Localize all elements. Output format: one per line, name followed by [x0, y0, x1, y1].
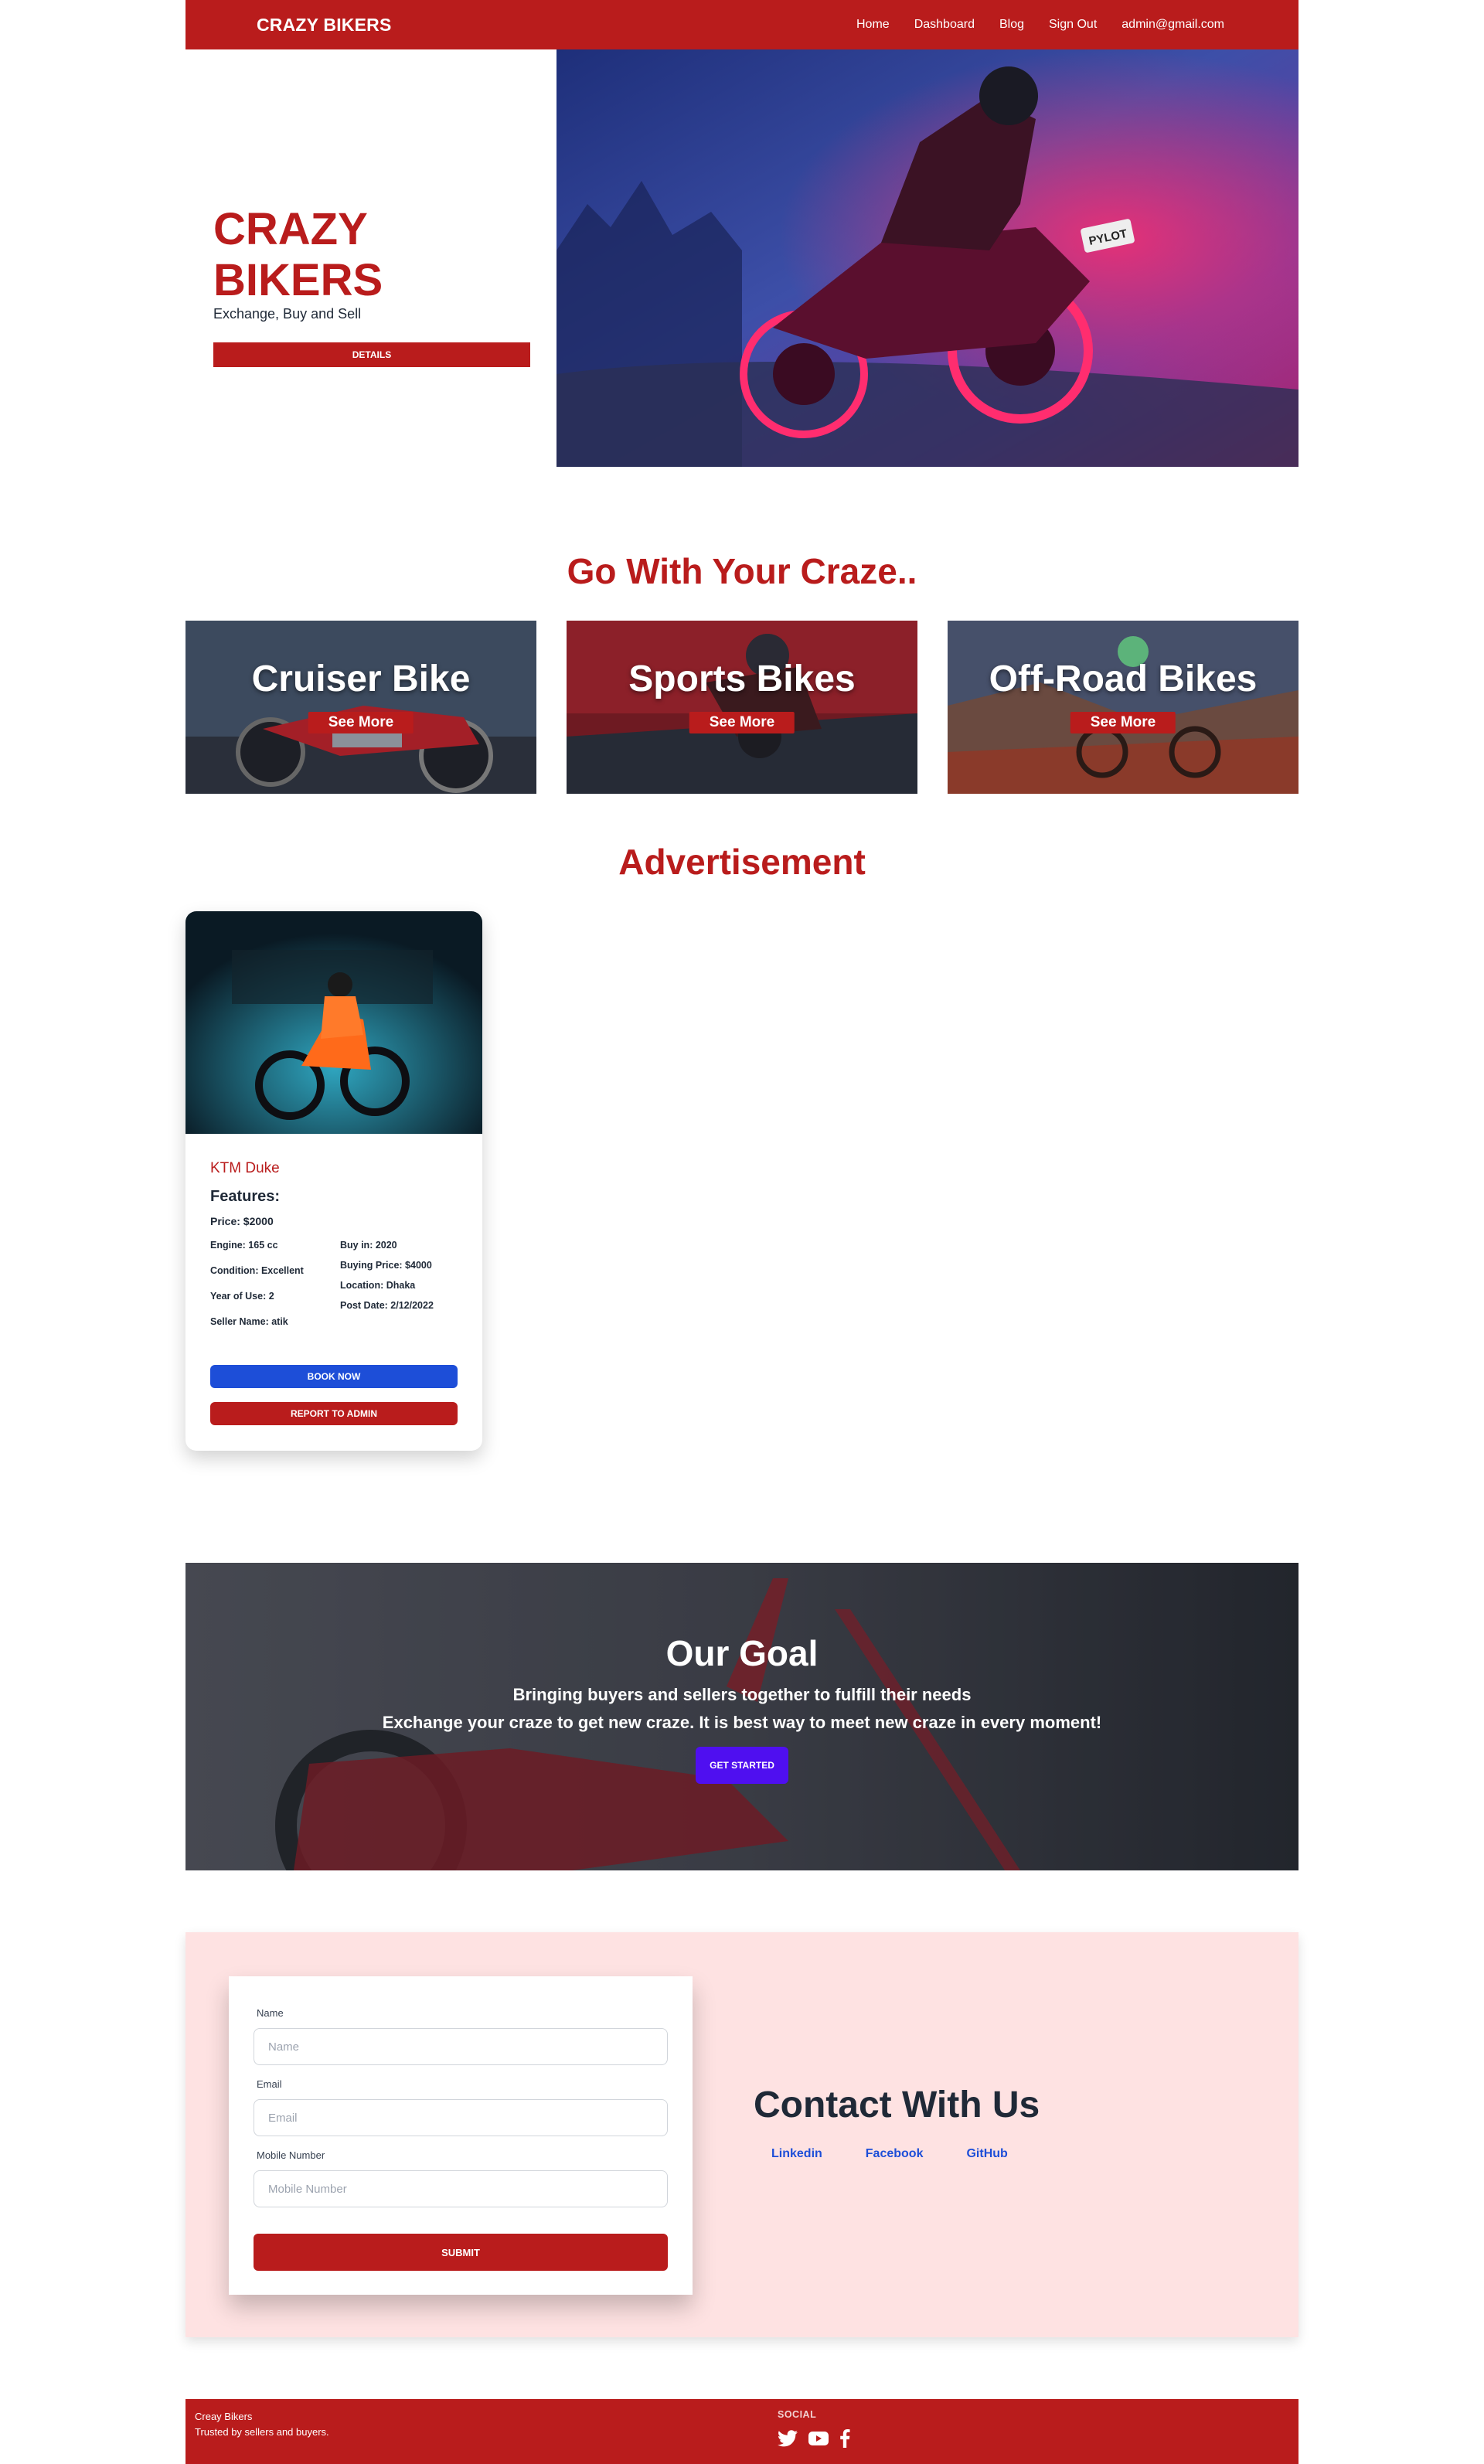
details-button[interactable]: DETAILS [213, 342, 530, 367]
facebook-icon[interactable] [839, 2429, 850, 2452]
brand-logo[interactable]: CRAZY BIKERS [257, 15, 392, 36]
ad-features-label: Features: [210, 1188, 281, 1205]
categories-title: Go With Your Craze.. [567, 551, 917, 591]
offroad-see-more-button[interactable]: See More [1070, 712, 1176, 733]
email-input[interactable]: Email [254, 2099, 668, 2136]
category-offroad-title: Off-Road Bikes [989, 659, 1258, 699]
category-sports-title: Sports Bikes [628, 659, 856, 699]
nav-links: Home Dashboard Blog Sign Out admin@gmail… [856, 18, 1224, 32]
goal-content: Our Goal Bringing buyers and sellers tog… [186, 1632, 1298, 1784]
navbar: CRAZY BIKERS Home Dashboard Blog Sign Ou… [186, 0, 1298, 49]
spec-post-date: Post Date: 2/12/2022 [340, 1300, 434, 1311]
footer-social-icons [778, 2429, 850, 2452]
spec-buying-price: Buying Price: $4000 [340, 1260, 432, 1271]
cruiser-see-more-button[interactable]: See More [308, 712, 414, 733]
youtube-icon[interactable] [808, 2431, 829, 2450]
ad-card: KTM Duke Features: Price: $2000 Engine: … [186, 911, 482, 1451]
ad-bike-image [186, 911, 482, 1134]
nav-home-link[interactable]: Home [856, 18, 890, 32]
footer-social: SOCIAL [778, 2409, 850, 2452]
spec-engine: Engine: 165 cc [210, 1240, 278, 1251]
spec-seller-name: Seller Name: atik [210, 1316, 288, 1327]
ad-price: Price: $2000 [210, 1215, 274, 1227]
email-label: Email [257, 2078, 282, 2090]
ad-specs-left: Engine: 165 cc Condition: Excellent Year… [210, 1240, 340, 1342]
footer: Creay Bikers Trusted by sellers and buye… [186, 2399, 1298, 2464]
hero-section: CRAZY BIKERS Exchange, Buy and Sell DETA… [186, 49, 1298, 467]
nav-signout-link[interactable]: Sign Out [1049, 18, 1097, 32]
footer-social-title: SOCIAL [778, 2409, 817, 2420]
submit-button[interactable]: SUBMIT [254, 2234, 668, 2271]
mobile-input[interactable]: Mobile Number [254, 2170, 668, 2207]
book-now-button[interactable]: BOOK NOW [210, 1365, 458, 1388]
hero-subtitle: Exchange, Buy and Sell [213, 306, 362, 322]
contact-links: Linkedin Facebook GitHub [771, 2147, 1008, 2161]
hero-title: CRAZY BIKERS [213, 204, 383, 305]
nav-blog-link[interactable]: Blog [999, 18, 1024, 32]
twitter-icon[interactable] [778, 2430, 798, 2451]
goal-description: Exchange your craze to get new craze. It… [382, 1713, 1102, 1732]
report-to-admin-button[interactable]: REPORT TO ADMIN [210, 1402, 458, 1425]
spec-location: Location: Dhaka [340, 1280, 416, 1291]
name-input[interactable]: Name [254, 2028, 668, 2065]
footer-tagline: Trusted by sellers and buyers. [195, 2426, 329, 2438]
nav-dashboard-link[interactable]: Dashboard [914, 18, 975, 32]
linkedin-link[interactable]: Linkedin [771, 2147, 822, 2161]
sports-see-more-button[interactable]: See More [689, 712, 795, 733]
footer-company-name: Creay Bikers [195, 2411, 253, 2422]
ad-bike-name: KTM Duke [210, 1160, 280, 1176]
contact-title: Contact With Us [754, 2085, 1040, 2125]
hero-image: PYLOT [556, 49, 1298, 467]
category-card-offroad[interactable]: Off-Road Bikes See More [948, 621, 1298, 794]
contact-form: Name Name Email Email Mobile Number Mobi… [229, 1976, 693, 2295]
spec-buy-in: Buy in: 2020 [340, 1240, 397, 1251]
nav-user-email: admin@gmail.com [1122, 18, 1224, 31]
mobile-label: Mobile Number [257, 2149, 325, 2161]
goal-section: Our Goal Bringing buyers and sellers tog… [186, 1563, 1298, 1870]
goal-tagline: Bringing buyers and sellers together to … [512, 1685, 972, 1704]
contact-section: Name Name Email Email Mobile Number Mobi… [186, 1932, 1298, 2337]
facebook-link[interactable]: Facebook [866, 2147, 924, 2161]
category-card-sports[interactable]: Sports Bikes See More [567, 621, 917, 794]
ad-body: KTM Duke Features: Price: $2000 Engine: … [186, 1134, 482, 1342]
footer-company: Creay Bikers Trusted by sellers and buye… [195, 2409, 329, 2440]
hero-text: CRAZY BIKERS Exchange, Buy and Sell DETA… [213, 204, 530, 367]
name-label: Name [257, 2007, 284, 2019]
spec-condition: Condition: Excellent [210, 1265, 304, 1276]
get-started-button[interactable]: GET STARTED [696, 1747, 788, 1784]
category-card-cruiser[interactable]: Cruiser Bike See More [186, 621, 536, 794]
advertisement-title: Advertisement [618, 842, 866, 882]
spec-year-of-use: Year of Use: 2 [210, 1291, 274, 1302]
goal-title: Our Goal [665, 1633, 819, 1673]
ad-specs: Engine: 165 cc Condition: Excellent Year… [210, 1240, 458, 1342]
category-cruiser-title: Cruiser Bike [251, 659, 471, 699]
github-link[interactable]: GitHub [966, 2147, 1007, 2161]
ad-specs-right: Buy in: 2020 Buying Price: $4000 Locatio… [340, 1240, 456, 1342]
